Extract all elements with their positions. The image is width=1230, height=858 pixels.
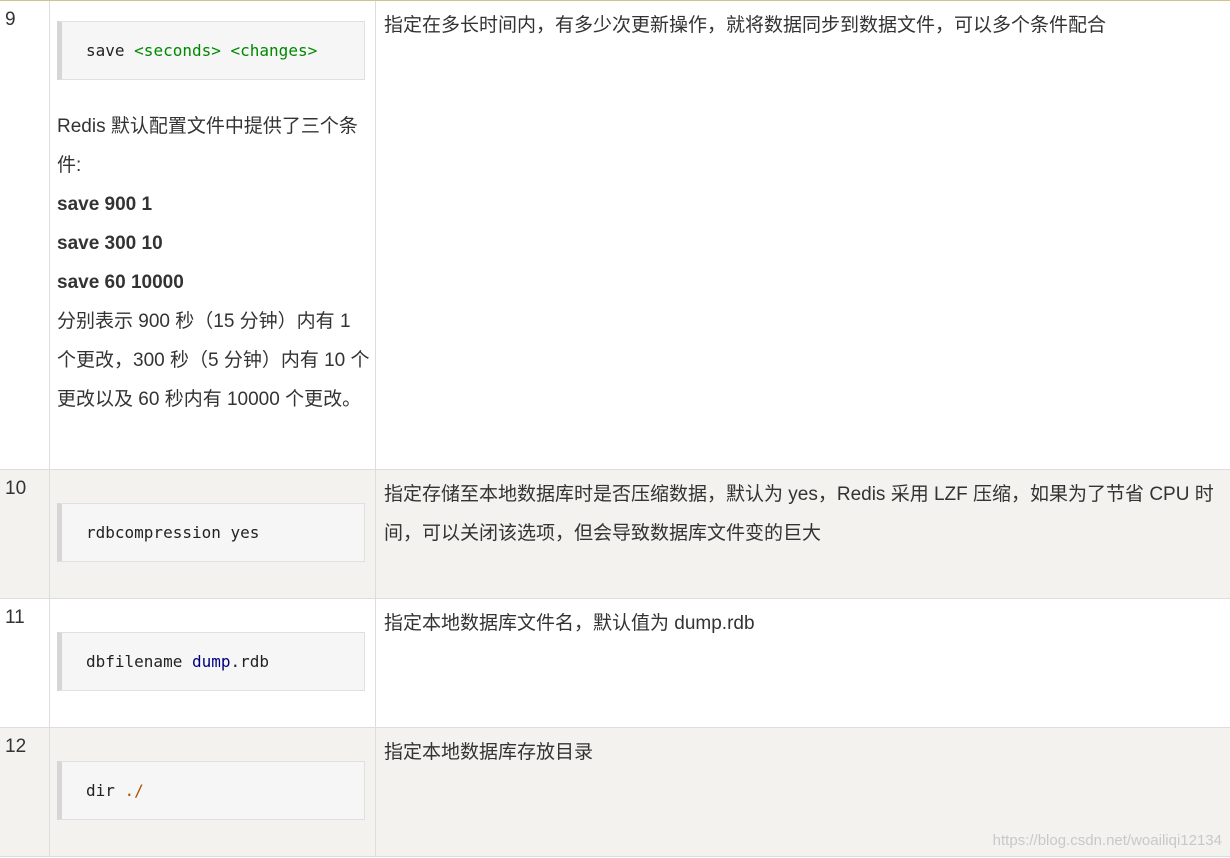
table-row: 10 rdbcompression yes 指定存储至本地数据库时是否压缩数据，… — [0, 469, 1230, 599]
description: 指定本地数据库存放目录 — [384, 741, 594, 763]
row-number-cell: 12 — [0, 727, 50, 857]
code-filename: dump — [191, 651, 231, 671]
notes: Redis 默认配置文件中提供了三个条件: save 900 1 save 30… — [57, 107, 373, 419]
row-number: 9 — [5, 9, 16, 30]
description-cell: 指定存储至本地数据库时是否压缩数据，默认为 yes，Redis 采用 LZF 压… — [375, 469, 1230, 599]
code-extension: .rdb — [230, 651, 270, 671]
notes-example: save 900 1 — [57, 194, 153, 215]
notes-explanation: 分别表示 900 秒（15 分钟）内有 1 个更改，300 秒（5 分钟）内有 … — [57, 311, 370, 410]
notes-example: save 300 10 — [57, 233, 163, 254]
row-number-cell: 9 — [0, 1, 50, 470]
code-path: ./ — [124, 780, 144, 800]
row-number: 11 — [5, 606, 25, 628]
description-cell: 指定在多长时间内，有多少次更新操作，就将数据同步到数据文件，可以多个条件配合 — [375, 1, 1230, 470]
config-cell: dbfilename dump.rdb — [49, 598, 376, 728]
config-cell: rdbcompression yes — [49, 469, 376, 599]
code-keyword: dir — [86, 780, 125, 800]
row-number-cell: 10 — [0, 469, 50, 599]
code-keyword: dbfilename — [86, 651, 192, 671]
config-table: 9 save <seconds> <changes> Redis 默认配置文件中… — [0, 1, 1230, 857]
code-keyword: save — [86, 41, 135, 60]
code-param-seconds: <seconds> — [134, 41, 221, 60]
row-number: 12 — [5, 735, 27, 757]
code-block: dir ./ — [57, 760, 365, 820]
description: 指定本地数据库文件名，默认值为 dump.rdb — [384, 612, 755, 634]
notes-example: save 60 10000 — [57, 272, 184, 293]
description: 指定存储至本地数据库时是否压缩数据，默认为 yes，Redis 采用 LZF 压… — [384, 483, 1214, 544]
table-row: 11 dbfilename dump.rdb 指定本地数据库文件名，默认值为 d… — [0, 598, 1230, 728]
watermark: https://blog.csdn.net/woailiqi12134 — [992, 832, 1222, 849]
code-line: rdbcompression yes — [86, 522, 260, 542]
code-param-changes: <changes> — [230, 41, 318, 60]
description: 指定在多长时间内，有多少次更新操作，就将数据同步到数据文件，可以多个条件配合 — [384, 15, 1107, 36]
code-block: save <seconds> <changes> — [57, 21, 365, 80]
config-cell: dir ./ — [49, 727, 376, 857]
description-cell: 指定本地数据库文件名，默认值为 dump.rdb — [375, 598, 1230, 728]
row-number: 10 — [5, 477, 27, 499]
code-block: rdbcompression yes — [57, 502, 365, 562]
notes-intro: Redis 默认配置文件中提供了三个条件: — [57, 116, 358, 176]
row-number-cell: 11 — [0, 598, 50, 728]
config-cell: save <seconds> <changes> Redis 默认配置文件中提供… — [49, 1, 376, 470]
code-block: dbfilename dump.rdb — [57, 631, 365, 691]
table-row: 9 save <seconds> <changes> Redis 默认配置文件中… — [0, 1, 1230, 470]
